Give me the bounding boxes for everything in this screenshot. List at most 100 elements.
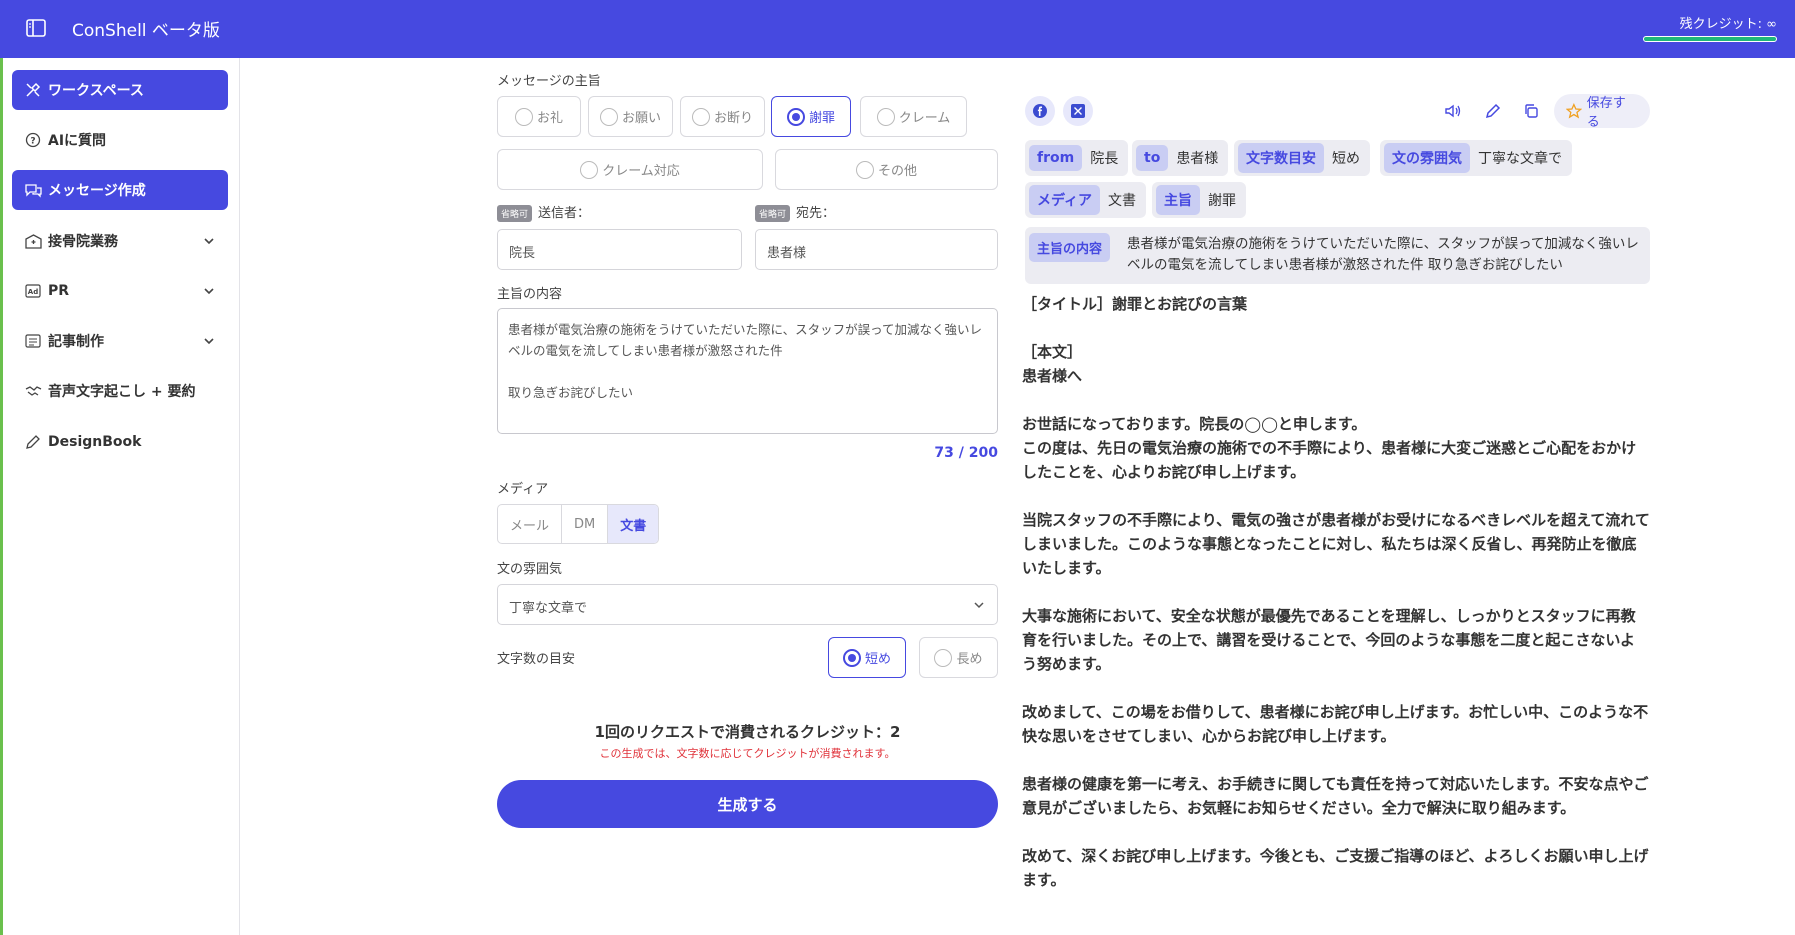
credit-bar: [1643, 36, 1777, 42]
sidebar-item-ask-ai[interactable]: ? AIに質問: [12, 120, 228, 160]
clinic-icon: [24, 232, 42, 250]
message-line: この度は、先日の電気治療の施術での不手際により、患者様に大変ご迷惑とご心配をおか…: [1022, 439, 1637, 481]
credit-cost-note: この生成では、文字数に応じてクレジットが消費されます。: [599, 747, 896, 760]
media-option-dm[interactable]: DM: [562, 505, 609, 543]
chevron-down-icon[interactable]: [202, 234, 216, 248]
chip-from: from 院長: [1025, 140, 1129, 176]
pencil-icon: [1485, 103, 1501, 119]
char-counter: 73 / 200: [934, 445, 998, 461]
purpose-option-complaint-response[interactable]: クレーム対応: [497, 149, 763, 190]
chevron-down-icon[interactable]: [202, 284, 216, 298]
credit-cost-text: 1回のリクエストで消費されるクレジット：2: [594, 723, 901, 741]
credit-indicator: 残クレジット: ∞: [1643, 13, 1777, 42]
message-line: 当院スタッフの不手際により、電気の強さが患者様がお受けになるべきレベルを超えて流…: [1022, 511, 1650, 577]
sidebar-item-label: 記事制作: [48, 334, 104, 350]
sidebar-item-pr[interactable]: Ad PR: [12, 271, 228, 311]
message-line: 改めまして、この場をお借りして、患者様にお詫び申し上げます。お忙しい中、このよう…: [1022, 703, 1649, 745]
recipient-label: 宛先：: [796, 206, 836, 221]
chip-length: 文字数目安 短め: [1234, 140, 1370, 176]
purpose-option-complaint[interactable]: クレーム: [860, 96, 967, 137]
media-segmented-control: メール DM 文書: [497, 504, 660, 544]
edit-button[interactable]: [1482, 100, 1504, 122]
tone-select-value: 丁寧な文章で: [509, 601, 588, 616]
recipient-label-row: 省略可 宛先：: [755, 202, 835, 222]
media-option-mail[interactable]: メール: [498, 505, 563, 543]
sidebar-item-transcription[interactable]: 音声文字起こし + 要約: [12, 371, 228, 411]
message-line: 患者様へ: [1022, 367, 1083, 385]
purpose-option-request[interactable]: お願い: [588, 96, 673, 137]
purpose-option-thanks[interactable]: お礼: [497, 96, 581, 137]
sidebar-item-article[interactable]: 記事制作: [12, 321, 228, 361]
app-title: ConShell ベータ版: [72, 21, 220, 41]
generate-button[interactable]: 生成する: [497, 780, 998, 828]
generated-message: ［タイトル］謝罪とお詫びの言葉 ［本文］ 患者様へ お世話になっております。院長…: [1022, 292, 1650, 892]
copy-button[interactable]: [1520, 100, 1542, 122]
sidebar-item-label: メッセージ作成: [48, 183, 146, 199]
chevron-down-icon[interactable]: [202, 334, 216, 348]
handshake-icon: [24, 382, 42, 400]
message-line: 改めて、深くお詫び申し上げます。今後とも、ご支援ご指導のほど、よろしくお願い申し…: [1022, 847, 1649, 889]
sender-label: 送信者：: [538, 206, 591, 221]
chat-bubbles-icon: [24, 181, 42, 199]
ad-icon: Ad: [24, 282, 42, 300]
question-bubble-icon: ?: [24, 131, 42, 149]
recipient-input[interactable]: 患者様: [755, 229, 998, 270]
radio-icon: [580, 160, 599, 179]
save-button[interactable]: 保存する: [1554, 94, 1650, 130]
radio-selected-icon: [842, 648, 861, 667]
copy-icon: [1525, 104, 1538, 118]
purpose-label: メッセージの主旨: [497, 74, 601, 89]
star-icon: [1566, 103, 1582, 119]
facebook-share-button[interactable]: [1025, 96, 1055, 126]
optional-tag: 省略可: [497, 205, 533, 222]
pen-icon: [24, 433, 42, 451]
chip-to: to 患者様: [1132, 140, 1229, 176]
optional-tag: 省略可: [755, 205, 791, 222]
radio-icon: [691, 107, 710, 126]
radio-icon: [855, 160, 874, 179]
newspaper-icon: [24, 332, 42, 350]
radio-icon: [934, 648, 953, 667]
tone-label: 文の雰囲気: [497, 562, 563, 577]
facebook-icon: [1033, 104, 1047, 118]
purpose-option-apology[interactable]: 謝罪: [771, 96, 851, 137]
svg-text:Ad: Ad: [28, 288, 38, 296]
speaker-button[interactable]: [1442, 100, 1464, 122]
sidebar-item-workspace[interactable]: ワークスペース: [12, 70, 228, 110]
message-line: お世話になっております。院長の◯◯と申します。: [1022, 415, 1367, 433]
media-option-document[interactable]: 文書: [608, 505, 659, 543]
media-label: メディア: [497, 482, 549, 497]
app-header: ConShell ベータ版 残クレジット: ∞: [0, 0, 1795, 58]
sidebar-item-clinic-work[interactable]: 接骨院業務: [12, 221, 228, 261]
x-icon: [1071, 104, 1085, 118]
radio-icon: [876, 107, 895, 126]
credit-label: 残クレジット: ∞: [1679, 17, 1777, 32]
sidebar-item-label: ワークスペース: [48, 83, 144, 99]
tone-select[interactable]: 丁寧な文章で: [497, 584, 998, 625]
sidebar: ワークスペース ? AIに質問 メッセージ作成 接骨院業務 Ad PR 記事制作: [3, 58, 240, 935]
chip-content: 主旨の内容 患者様が電気治療の施術をうけていただいた際に、スタッフが誤って加減な…: [1025, 227, 1650, 284]
sidebar-item-designbook[interactable]: DesignBook: [12, 422, 228, 462]
chip-media: メディア 文書: [1025, 182, 1147, 218]
length-option-long[interactable]: 長め: [919, 637, 998, 678]
purpose-option-other[interactable]: その他: [775, 149, 998, 190]
sidebar-toggle-icon[interactable]: [26, 19, 46, 37]
sender-input[interactable]: 院長: [497, 229, 742, 270]
content-textarea[interactable]: 患者様が電気治療の施術をうけていただいた際に、スタッフが誤って加減なく強いレベル…: [497, 308, 998, 434]
purpose-option-decline[interactable]: お断り: [680, 96, 765, 137]
length-option-short[interactable]: 短め: [828, 637, 906, 678]
sidebar-item-label: DesignBook: [48, 434, 142, 450]
sidebar-item-label: AIに質問: [48, 133, 107, 149]
chip-purpose: 主旨 謝罪: [1152, 182, 1246, 218]
x-share-button[interactable]: [1063, 96, 1093, 126]
radio-icon: [599, 107, 618, 126]
radio-icon: [514, 107, 533, 126]
speaker-icon: [1445, 104, 1461, 118]
sidebar-item-label: PR: [48, 283, 70, 299]
length-label: 文字数の目安: [497, 652, 576, 667]
chip-tone: 文の雰囲気 丁寧な文章で: [1380, 140, 1572, 176]
sidebar-item-message-create[interactable]: メッセージ作成: [12, 170, 228, 210]
message-title: ［タイトル］謝罪とお詫びの言葉: [1022, 295, 1248, 313]
sender-label-row: 省略可 送信者：: [497, 202, 590, 222]
sidebar-item-label: 音声文字起こし + 要約: [48, 384, 196, 400]
